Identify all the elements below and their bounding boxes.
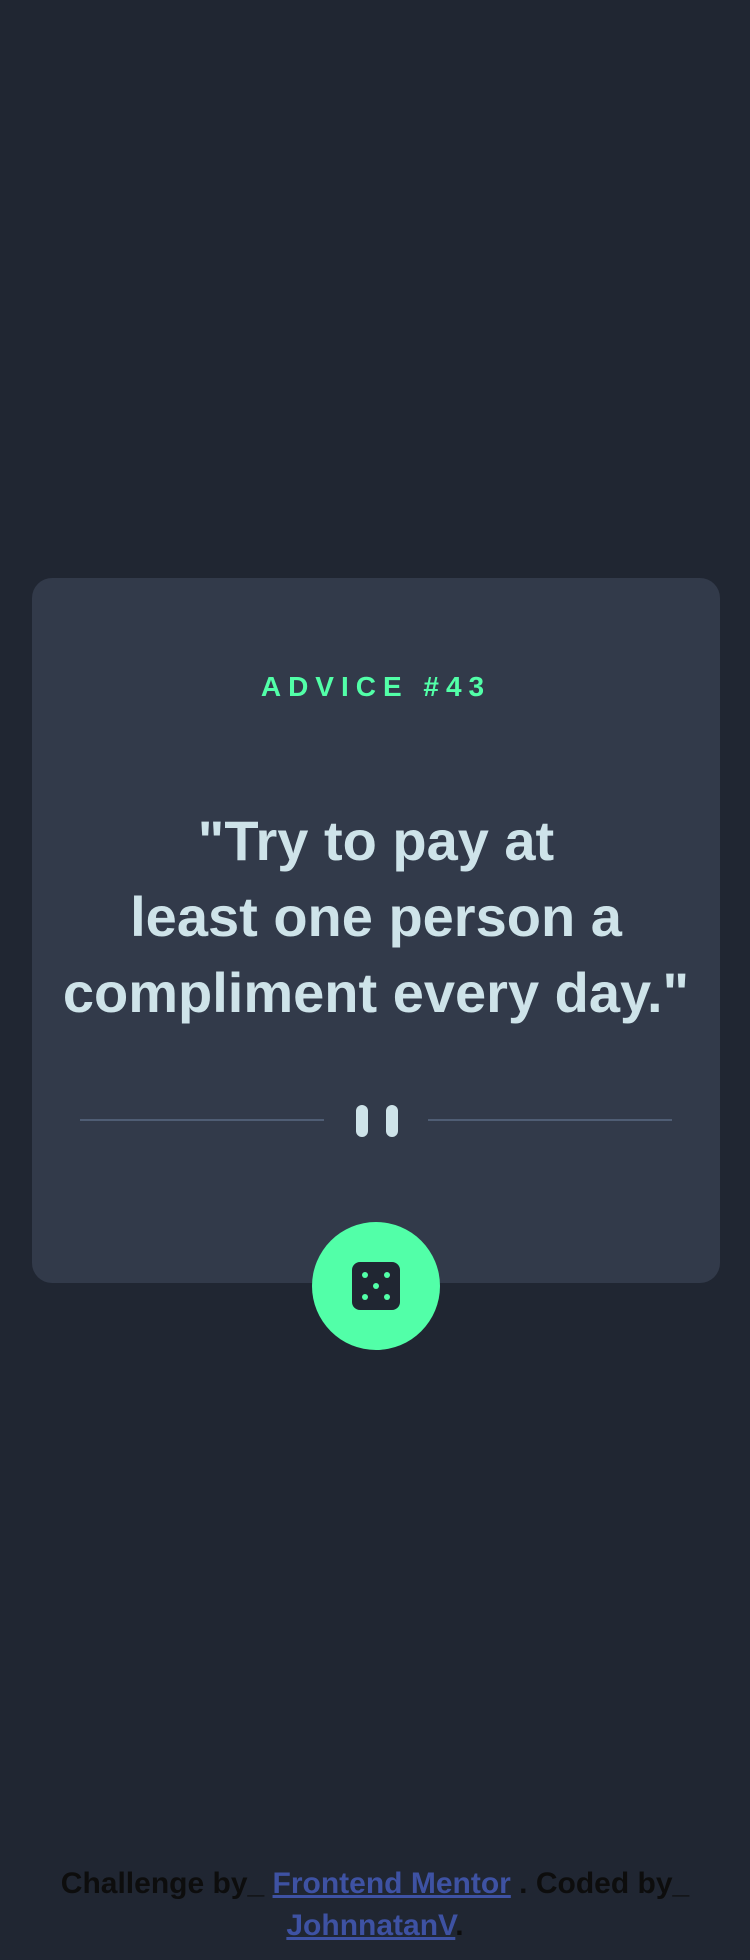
dice-pip [384, 1294, 390, 1300]
attribution-prefix: Challenge by_ [60, 1867, 273, 1900]
advice-quote-line: "Try to pay at [197, 809, 555, 872]
advice-quote: "Try to pay at least one person a compli… [42, 803, 710, 1031]
pause-icon [356, 1105, 398, 1137]
divider-line-right [428, 1119, 672, 1121]
divider [80, 1105, 672, 1137]
dice-pip [373, 1283, 379, 1289]
author-link[interactable]: JohnnatanV [286, 1909, 455, 1942]
pause-bar [356, 1105, 368, 1137]
advice-quote-line: compliment every day." [62, 961, 690, 1024]
dice-icon [352, 1262, 400, 1310]
advice-id-label: ADVICE #43 [260, 671, 492, 702]
attribution: Challenge by_ Frontend Mentor . Coded by… [0, 1863, 750, 1947]
advice-quote-line: least one person a [130, 885, 622, 948]
dice-pip [362, 1294, 368, 1300]
advice-card: ADVICE #43 "Try to pay at least one pers… [32, 578, 720, 1283]
new-advice-button[interactable] [312, 1222, 440, 1350]
dice-pip [384, 1272, 390, 1278]
divider-line-left [80, 1119, 324, 1121]
dice-pip [362, 1272, 368, 1278]
frontend-mentor-link[interactable]: Frontend Mentor [273, 1867, 511, 1900]
pause-bar [386, 1105, 398, 1137]
attribution-middle: . Coded by_ [510, 1867, 690, 1900]
attribution-suffix: . [455, 1909, 464, 1942]
